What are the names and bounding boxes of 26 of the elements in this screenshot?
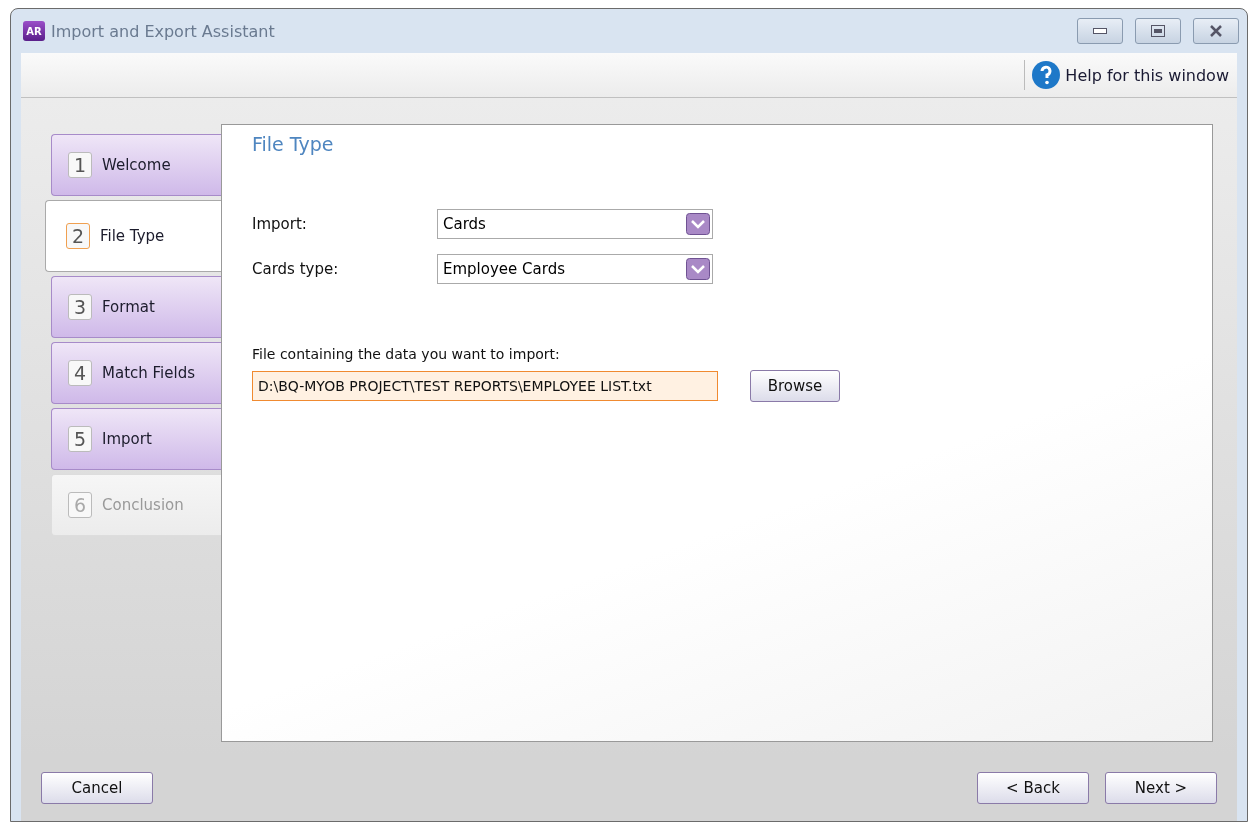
step-tab[interactable]: 5 Import [51,408,221,470]
field-label: Import: [252,215,308,233]
cancel-button[interactable]: Cancel [41,772,153,804]
dropdown-field[interactable]: Employee Cards [437,254,713,284]
maximize-icon [1151,25,1165,37]
close-button[interactable] [1193,18,1239,44]
step-tab[interactable]: 2 File Type [45,200,221,272]
back-button[interactable]: < Back [977,772,1089,804]
next-button[interactable]: Next > [1105,772,1217,804]
browse-button[interactable]: Browse [750,370,840,402]
help-icon [1031,60,1062,90]
step-tab[interactable]: 3 Format [51,276,221,338]
step-tab[interactable]: 4 Match Fields [51,342,221,404]
help-button[interactable]: Help for this window [1024,60,1229,90]
minimize-button[interactable] [1077,18,1123,44]
minimize-icon [1093,28,1107,34]
window-title: Import and Export Assistant [51,21,276,41]
field-label: File containing the data you want to import: [252,346,561,362]
file-path-field[interactable]: D:\BQ-MYOB PROJECT\TEST REPORTS\EMPLOYEE LIST.txt [252,371,718,401]
close-icon [1209,25,1223,37]
app-logo: AR [23,21,45,41]
maximize-button[interactable] [1135,18,1181,44]
dropdown-field[interactable]: Cards [437,209,713,239]
field-label: Cards type: [252,260,340,278]
step-tab[interactable]: 1 Welcome [51,134,221,196]
panel-title: File Type [252,133,335,155]
